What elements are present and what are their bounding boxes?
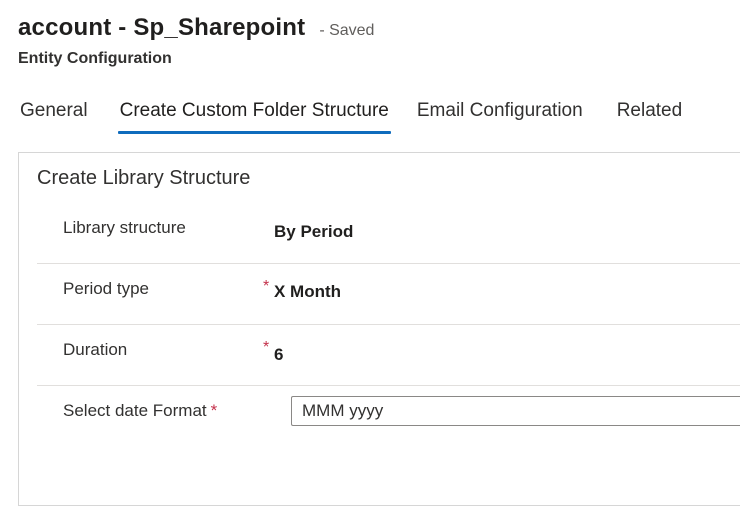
duration-value[interactable]: 6	[274, 345, 283, 365]
select-date-format-label-text: Select date Format	[63, 401, 207, 420]
period-type-label: Period type	[63, 279, 149, 298]
save-status: - Saved	[319, 22, 375, 39]
tab-bar: General Create Custom Folder Structure E…	[18, 98, 714, 134]
date-format-input[interactable]	[291, 396, 740, 426]
form-page: account - Sp_Sharepoint - Saved Entity C…	[0, 0, 740, 517]
required-indicator: *	[263, 339, 270, 356]
tab-related[interactable]: Related	[615, 98, 685, 134]
select-date-format-row: Select date Format *	[37, 386, 740, 446]
duration-row: Duration * 6	[37, 325, 740, 386]
duration-label: Duration	[63, 340, 128, 359]
section-title: Create Library Structure	[37, 167, 251, 189]
title-row: account - Sp_Sharepoint - Saved	[18, 14, 374, 42]
library-structure-row: Library structure By Period	[37, 203, 740, 264]
form-header: account - Sp_Sharepoint - Saved Entity C…	[18, 14, 374, 68]
library-structure-label: Library structure	[63, 218, 186, 237]
record-title: account - Sp_Sharepoint	[18, 14, 306, 41]
period-type-value[interactable]: X Month	[274, 282, 341, 302]
create-library-structure-section: Create Library Structure Library structu…	[18, 152, 740, 506]
tab-email-configuration[interactable]: Email Configuration	[415, 98, 585, 134]
entity-name: Entity Configuration	[18, 50, 172, 67]
required-indicator: *	[263, 278, 270, 295]
library-structure-value[interactable]: By Period	[274, 222, 353, 242]
tab-create-custom-folder-structure[interactable]: Create Custom Folder Structure	[117, 98, 392, 134]
period-type-row: Period type * X Month	[37, 264, 740, 325]
tab-general[interactable]: General	[18, 98, 90, 134]
required-indicator: *	[210, 401, 218, 420]
select-date-format-label: Select date Format *	[63, 401, 217, 421]
